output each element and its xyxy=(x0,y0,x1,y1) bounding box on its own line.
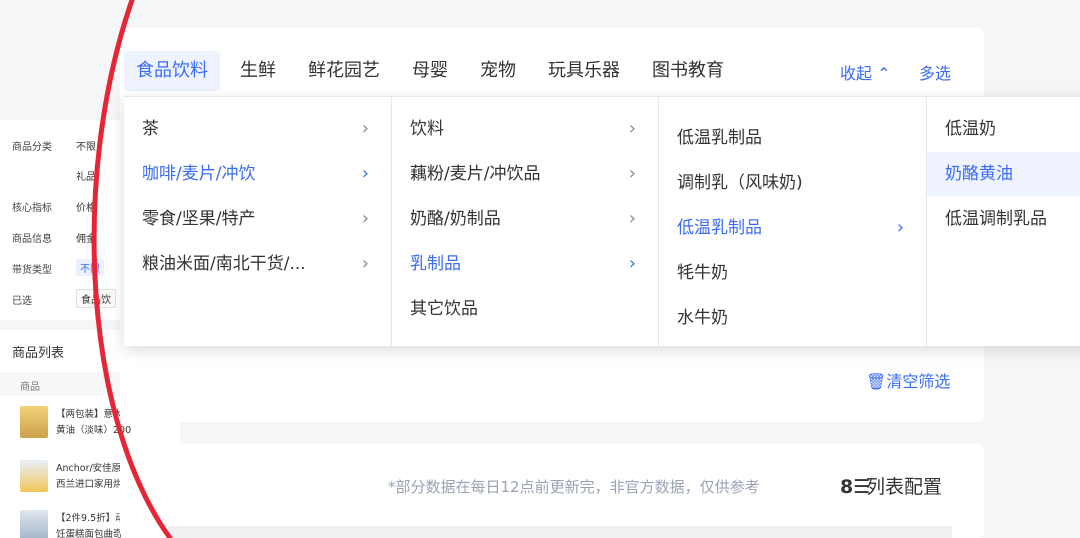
red-annotation-arc xyxy=(91,0,173,538)
